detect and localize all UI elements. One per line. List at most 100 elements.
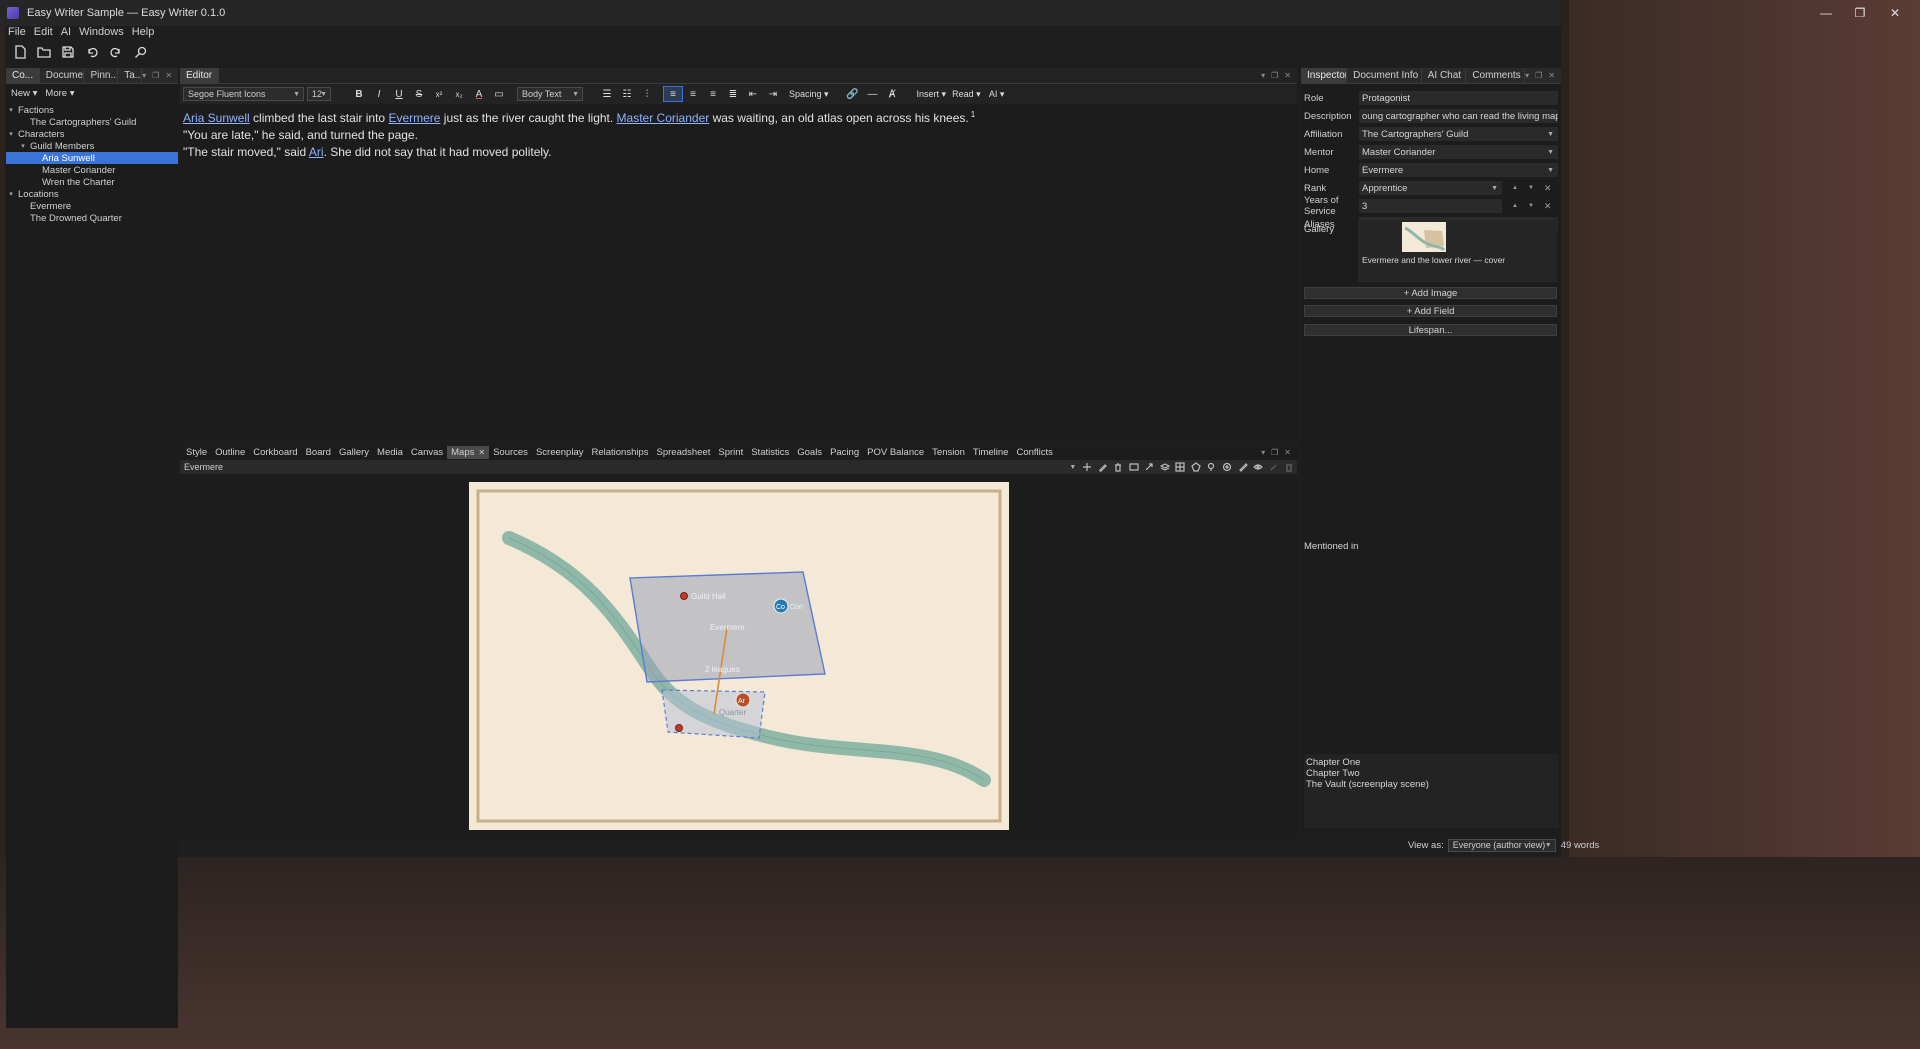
search-icon[interactable]	[128, 42, 152, 62]
tab-documents[interactable]: Docume...	[40, 67, 85, 84]
tab-gallery[interactable]: Gallery	[335, 446, 373, 459]
ruler-icon[interactable]	[1235, 460, 1251, 474]
new-button[interactable]: New ▾	[11, 88, 37, 99]
dock-menu-icon[interactable]: ▾	[142, 71, 146, 80]
superscript-icon[interactable]: x²	[429, 86, 449, 102]
brush-icon[interactable]	[1266, 460, 1282, 474]
marker-quarter[interactable]	[675, 724, 683, 732]
dock-menu-icon[interactable]: ▾	[1261, 71, 1265, 80]
tree-item[interactable]: Wren the Charter	[6, 176, 178, 188]
indent-icon[interactable]: ⇥	[763, 86, 783, 102]
maximize-button[interactable]: ❐	[1845, 4, 1875, 22]
tab-style[interactable]: Style	[182, 446, 211, 459]
open-folder-icon[interactable]	[32, 42, 56, 62]
tab-board[interactable]: Board	[302, 446, 335, 459]
float-icon[interactable]: ❐	[1535, 71, 1542, 80]
tab-statistics[interactable]: Statistics	[747, 446, 793, 459]
ai-menu[interactable]: AI ▾	[987, 86, 1007, 102]
tab-inspector[interactable]: Inspector✕	[1301, 67, 1348, 84]
expand-caret-icon[interactable]: ▾	[6, 190, 16, 198]
outline-list-icon[interactable]: ⫶	[637, 86, 657, 102]
trash-icon[interactable]	[1281, 460, 1297, 474]
numbered-list-icon[interactable]: ☷	[617, 86, 637, 102]
font-family-select[interactable]: Segoe Fluent Icons ▼	[183, 87, 304, 101]
new-document-icon[interactable]	[8, 42, 32, 62]
align-justify-icon[interactable]: ≣	[723, 86, 743, 102]
tab-sources[interactable]: Sources	[489, 446, 532, 459]
underline-icon[interactable]: U	[389, 86, 409, 102]
add-field-button[interactable]: + Add Field	[1304, 305, 1557, 317]
pin-icon[interactable]	[1204, 460, 1220, 474]
delete-icon[interactable]	[1110, 460, 1126, 474]
tab-canvas[interactable]: Canvas	[407, 446, 447, 459]
menu-edit[interactable]: Edit	[34, 26, 53, 38]
italic-icon[interactable]: I	[369, 86, 389, 102]
bold-icon[interactable]: B	[349, 86, 369, 102]
menu-ai[interactable]: AI	[61, 26, 71, 38]
menu-windows[interactable]: Windows	[79, 26, 124, 38]
save-icon[interactable]	[56, 42, 80, 62]
highlight-icon[interactable]: ▭	[489, 86, 509, 102]
tab-pinned[interactable]: Pinn...	[84, 67, 119, 84]
character-link[interactable]: Master Coriander	[617, 111, 710, 125]
field-value-input[interactable]: 3	[1359, 199, 1502, 213]
tab-media[interactable]: Media	[373, 446, 407, 459]
character-link[interactable]: Aria Sunwell	[183, 111, 250, 125]
tree-item[interactable]: ▾ Guild Members	[6, 140, 178, 152]
tab-editor[interactable]: Editor ✕	[180, 67, 219, 84]
mention-item[interactable]: The Vault (screenplay scene)	[1306, 779, 1557, 790]
view-as-select[interactable]: Everyone (author view) ▼	[1447, 838, 1556, 852]
more-button[interactable]: More ▾	[45, 88, 74, 99]
move-up-icon[interactable]: ▲	[1512, 203, 1518, 209]
read-menu[interactable]: Read ▾	[952, 86, 981, 102]
tree-item[interactable]: The Drowned Quarter	[6, 212, 178, 224]
tab-screenplay[interactable]: Screenplay	[532, 446, 588, 459]
menu-file[interactable]: File	[8, 26, 26, 38]
dock-close-icon[interactable]: ✕	[1284, 448, 1291, 457]
subscript-icon[interactable]: x₂	[449, 86, 469, 102]
tree-item[interactable]: ▾ Characters	[6, 128, 178, 140]
font-size-select[interactable]: 12 ▼	[307, 87, 331, 101]
mention-item[interactable]: Chapter Two	[1306, 768, 1557, 779]
spacing-menu[interactable]: Spacing ▾	[789, 86, 829, 102]
location-link[interactable]: Evermere	[388, 111, 440, 125]
tree-item[interactable]: The Cartographers' Guild	[6, 116, 178, 128]
move-down-icon[interactable]: ▼	[1528, 185, 1534, 191]
tab-outline[interactable]: Outline	[211, 446, 249, 459]
tab-timeline[interactable]: Timeline	[969, 446, 1013, 459]
layers-icon[interactable]	[1157, 460, 1173, 474]
map-canvas[interactable]: Guild Hall Evermere 2 leagues Co Cori Ar…	[469, 482, 1009, 830]
tab-corkboard[interactable]: Corkboard	[249, 446, 301, 459]
dock-close-icon[interactable]: ✕	[1548, 71, 1555, 80]
tab-tags[interactable]: Ta...	[118, 67, 143, 84]
tab-goals[interactable]: Goals	[793, 446, 826, 459]
polygon-icon[interactable]	[1188, 460, 1204, 474]
tree-item[interactable]: Aria Sunwell	[6, 152, 178, 164]
clear-format-icon[interactable]: Ꭺ̸	[883, 86, 903, 102]
tree-item[interactable]: Master Coriander	[6, 164, 178, 176]
field-value-input[interactable]: Master Coriander ▼	[1359, 145, 1558, 159]
document-body[interactable]: Aria Sunwell climbed the last stair into…	[180, 104, 1297, 161]
tree-item[interactable]: ▾ Locations	[6, 188, 178, 200]
tree-item[interactable]: ▾ Factions	[6, 104, 178, 116]
move-up-icon[interactable]: ▲	[1512, 185, 1518, 191]
resize-icon[interactable]	[1142, 460, 1158, 474]
menu-help[interactable]: Help	[132, 26, 155, 38]
field-value-input[interactable]: Apprentice ▼	[1359, 181, 1502, 195]
close-icon[interactable]: ✕	[478, 448, 485, 457]
align-left-icon[interactable]: ≡	[663, 86, 683, 102]
dock-menu-icon[interactable]: ▾	[1525, 71, 1529, 80]
tab-sprint[interactable]: Sprint	[714, 446, 747, 459]
expand-caret-icon[interactable]: ▾	[18, 142, 28, 150]
bullet-list-icon[interactable]: ☰	[597, 86, 617, 102]
tab-spreadsheet[interactable]: Spreadsheet	[653, 446, 715, 459]
expand-caret-icon[interactable]: ▾	[6, 130, 16, 138]
tab-pov-balance[interactable]: POV Balance	[863, 446, 928, 459]
tab-ai-chat[interactable]: AI Chat	[1422, 67, 1467, 84]
eye-icon[interactable]	[1250, 460, 1266, 474]
align-center-icon[interactable]: ≡	[683, 86, 703, 102]
move-down-icon[interactable]: ▼	[1528, 203, 1534, 209]
tab-maps[interactable]: Maps ✕	[447, 446, 490, 459]
outdent-icon[interactable]: ⇤	[743, 86, 763, 102]
tab-comments[interactable]: Comments	[1466, 67, 1526, 84]
